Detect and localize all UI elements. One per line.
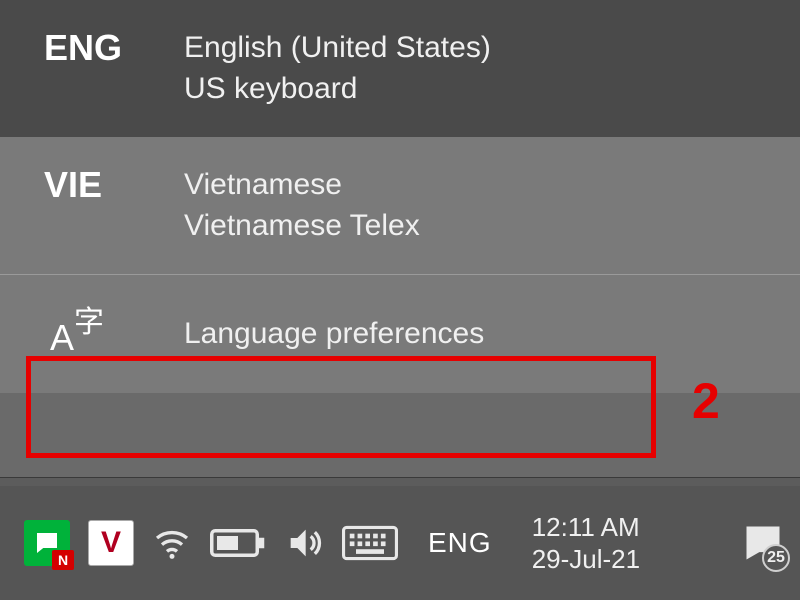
language-switcher-popup: ENG English (United States) US keyboard … [0,0,800,478]
taskbar: N V ENG 12:11 AM 29-Jul-21 25 [0,486,800,600]
language-preferences-label: Language preferences [184,317,484,351]
language-option-english[interactable]: ENG English (United States) US keyboard [0,0,800,137]
battery-icon[interactable] [210,516,266,570]
clock-time: 12:11 AM [532,511,640,544]
line-app-icon: N [24,520,70,566]
svg-text:A: A [50,317,74,358]
vietkey-app-icon: V [88,520,134,566]
language-preferences-icon-wrap: A 字 [44,300,184,369]
tray-app-line[interactable]: N [24,516,70,570]
system-clock[interactable]: 12:11 AM 29-Jul-21 [532,511,640,576]
language-preferences-link[interactable]: A 字 Language preferences [0,275,800,393]
language-code: ENG [44,28,184,68]
touch-keyboard-icon[interactable] [342,516,398,570]
language-character-icon: A 字 [44,300,108,369]
volume-icon[interactable] [284,516,324,570]
language-name: Vietnamese [184,165,420,206]
action-center-count: 25 [762,544,790,572]
svg-text:字: 字 [74,306,104,339]
keyboard-layout: US keyboard [184,69,491,110]
language-indicator[interactable]: ENG [416,507,504,579]
clock-date: 29-Jul-21 [532,543,640,576]
keyboard-layout: Vietnamese Telex [184,206,420,247]
wifi-icon[interactable] [152,516,192,570]
language-description: English (United States) US keyboard [184,28,491,109]
notification-badge: N [52,550,74,570]
language-option-vietnamese[interactable]: VIE Vietnamese Vietnamese Telex [0,137,800,274]
tray-app-vietkey[interactable]: V [88,516,134,570]
action-center-icon[interactable]: 25 [738,516,788,570]
language-description: Vietnamese Vietnamese Telex [184,165,420,246]
language-name: English (United States) [184,28,491,69]
language-code: VIE [44,165,184,205]
